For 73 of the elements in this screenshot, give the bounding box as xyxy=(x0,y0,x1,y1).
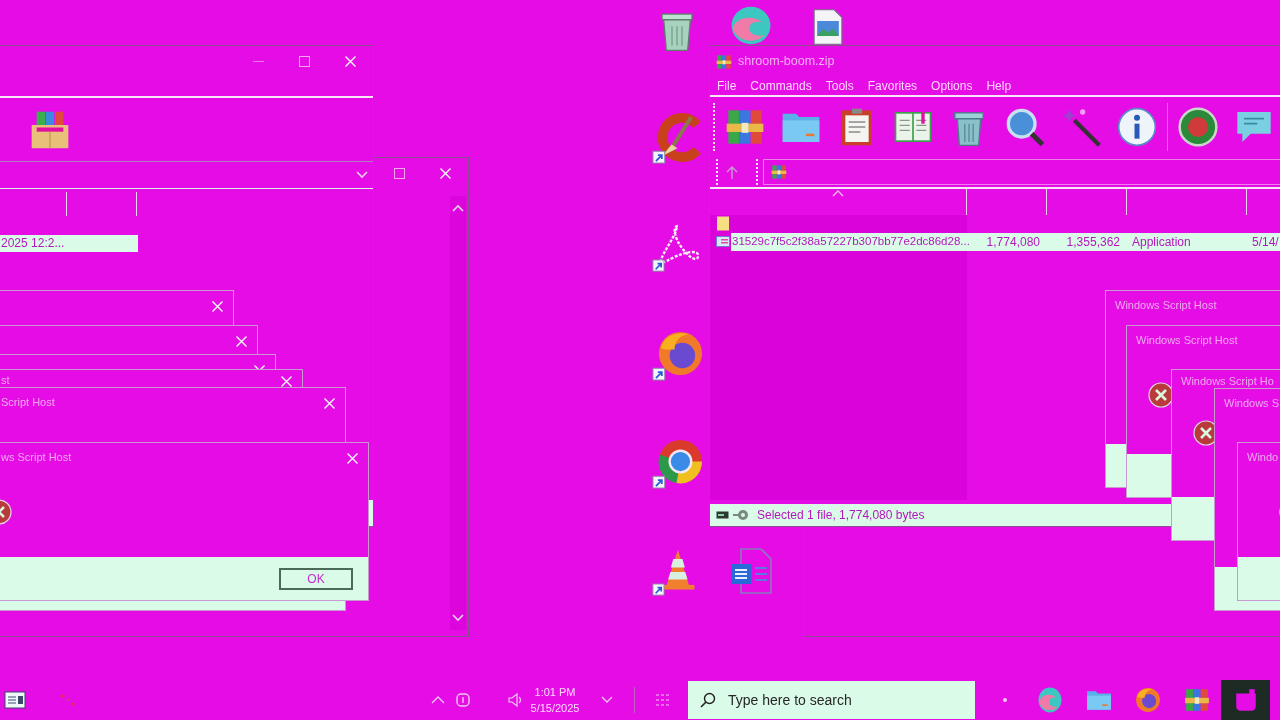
close-icon xyxy=(344,55,356,67)
dot-icon xyxy=(1003,698,1007,702)
close-icon xyxy=(211,300,223,312)
dialog-title: Windows Script Ho xyxy=(1180,375,1274,389)
taskbar-button[interactable] xyxy=(1221,680,1270,720)
close-icon xyxy=(346,452,358,464)
swirl-icon xyxy=(1036,687,1063,713)
address-field[interactable] xyxy=(763,159,1280,185)
maximize-icon xyxy=(298,55,310,67)
wand-icon[interactable] xyxy=(1061,107,1101,147)
c-brush-icon[interactable] xyxy=(652,113,703,164)
chevron-down-icon[interactable] xyxy=(601,696,613,704)
sort-caret-icon xyxy=(832,190,844,197)
clock-time[interactable]: 1:01 PM xyxy=(534,683,576,700)
dialog-title: ws Script Host xyxy=(0,451,72,465)
dialog-title: Script Host xyxy=(0,396,55,410)
search-field[interactable]: Type here to search xyxy=(688,681,975,719)
menu-item[interactable]: Options xyxy=(924,80,980,92)
drive-icon xyxy=(716,511,729,519)
window-title: shroom-boom.zip xyxy=(738,54,835,69)
close-icon xyxy=(235,335,247,347)
key-icon xyxy=(733,509,749,521)
books-icon xyxy=(771,164,787,180)
books-icon xyxy=(716,53,732,70)
chevron-up-icon[interactable] xyxy=(452,204,464,212)
ok-button[interactable]: OK xyxy=(279,567,353,590)
menu-item[interactable]: Help xyxy=(979,80,1019,92)
info-icon[interactable] xyxy=(1117,107,1157,147)
swirl-icon[interactable] xyxy=(729,6,773,45)
document-icon[interactable] xyxy=(729,548,773,594)
chevron-down-icon[interactable] xyxy=(356,171,368,179)
close-icon xyxy=(280,375,292,387)
dialog-title: Windows Script Host xyxy=(1114,299,1217,313)
folder-icon xyxy=(716,216,730,231)
dialog-title: Windows Script Host xyxy=(1135,334,1238,348)
close-icon xyxy=(323,397,335,409)
archive-box-icon[interactable] xyxy=(30,109,70,150)
status-text: Selected 1 file, 1,774,080 bytes xyxy=(757,507,925,523)
dialog-title: Windo xyxy=(1246,451,1279,465)
picture-file-icon[interactable] xyxy=(811,9,845,45)
table-cell-text: 1,355,362 xyxy=(1065,234,1121,250)
table-cell-text: 5/14/ xyxy=(1251,234,1279,250)
scrollbar[interactable] xyxy=(450,196,466,630)
maximize-icon xyxy=(393,167,405,179)
network-icon[interactable] xyxy=(455,692,471,708)
fox-globe-icon xyxy=(1134,687,1161,713)
search-icon[interactable] xyxy=(1005,107,1045,147)
table-cell: 2025 12:2... xyxy=(0,236,65,251)
up-arrow-icon[interactable] xyxy=(726,165,738,179)
badge-icon[interactable] xyxy=(1178,107,1218,147)
menu-item[interactable]: File xyxy=(710,80,744,92)
menu-item[interactable]: Commands xyxy=(743,80,819,92)
dialog-title: st xyxy=(0,374,10,388)
speaker-icon[interactable] xyxy=(508,692,522,708)
program-file-icon xyxy=(716,234,730,249)
menu-item[interactable]: Tools xyxy=(818,80,861,92)
books-icon[interactable] xyxy=(725,107,765,147)
window-icon[interactable] xyxy=(4,691,26,709)
search-icon xyxy=(700,692,716,708)
task-view-icon[interactable] xyxy=(655,693,671,707)
fox-globe-icon[interactable] xyxy=(652,330,703,381)
chevron-down-icon[interactable] xyxy=(452,614,464,622)
close-icon xyxy=(439,167,451,179)
table-cell-text: Application xyxy=(1131,234,1192,250)
dialog-title: Windows S xyxy=(1223,397,1280,411)
books-icon xyxy=(1183,687,1210,713)
chevron-up-icon[interactable] xyxy=(431,695,445,705)
circle-logo-icon[interactable] xyxy=(652,438,703,489)
dots-icon[interactable] xyxy=(60,693,76,707)
menu-item[interactable]: Favorites xyxy=(860,80,925,92)
file-row[interactable]: 2025 12:2... xyxy=(0,235,138,252)
looped-lines-icon[interactable] xyxy=(652,224,700,272)
clock-date[interactable]: 5/15/2025 xyxy=(530,700,580,717)
